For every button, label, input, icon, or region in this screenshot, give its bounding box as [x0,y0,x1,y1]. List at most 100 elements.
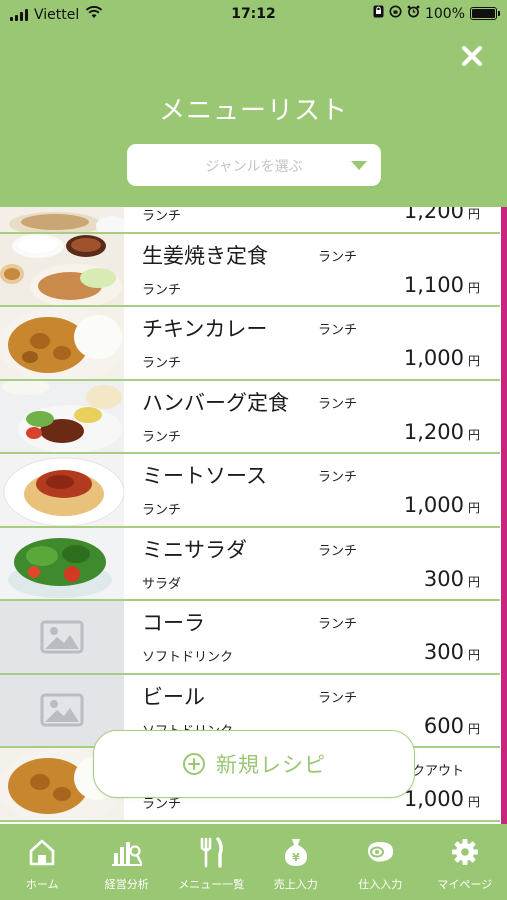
menu-item-category: ランチ [142,209,182,224]
currency-unit: 円 [467,721,480,736]
menu-item-name: 生姜焼き定食 [142,243,268,268]
currency-unit: 円 [467,648,480,662]
battery-icon [470,7,500,20]
menu-item-price-value: 1,200 [403,419,464,444]
menu-list-item[interactable]: ミニサラダ ランチ サラダ 300 円 [0,527,500,601]
chevron-down-icon [351,161,367,170]
menu-item-category: ランチ [142,503,182,518]
menu-item-price: 1,100 円 [404,273,480,297]
currency-unit: 円 [467,795,480,809]
menu-item-price-value: 1,100 [403,272,464,297]
menu-item-price: 1,200 円 [404,207,480,223]
tab-label: ホーム [25,878,59,891]
menu-item-name: コーラ [142,611,205,635]
new-recipe-button[interactable]: 新規レシピ [93,730,415,798]
menu-item-price: 1,200 円 [404,420,480,444]
close-button[interactable] [457,41,487,71]
currency-unit: 円 [467,574,480,589]
menu-item-tag: ランチ [318,323,358,338]
currency-unit: 円 [467,427,480,442]
ginger-pork-set-photo [0,233,124,305]
meat-icon [364,834,396,870]
genre-select-placeholder: ジャンルを選ぶ [205,159,303,175]
tab-sales-input[interactable]: ¥ 売上入力 [254,824,339,900]
genre-select[interactable]: ジャンルを選ぶ [127,144,381,186]
menu-item-tag: ランチ [318,543,358,559]
header: Viettel 17:12 100% メニューリスト ジャンルを選ぶ [0,0,507,207]
svg-text:¥: ¥ [292,851,300,864]
close-icon [461,45,483,67]
currency-unit: 円 [467,501,480,515]
menu-item-name: ミートソース [142,464,267,488]
menu-list-item[interactable]: チキンカレー ランチ ランチ 1,000 円 [0,307,500,381]
mini-salad-photo [0,527,124,599]
menu-item-price-value: 1,000 [403,787,464,811]
currency-unit: 円 [467,207,480,221]
yen-bag-icon: ¥ [281,834,311,870]
meat-sauce-pasta-photo [0,454,124,526]
fork-knife-icon [196,834,226,870]
menu-list-item[interactable]: ランチ 1,200 円 [0,207,500,234]
tab-label: 経営分析 [104,878,149,891]
tab-my-page[interactable]: マイページ [423,824,507,900]
status-right: 100% [373,5,500,22]
tab-analytics[interactable]: 経営分析 [85,824,170,900]
menu-item-tag: クアウト [412,764,465,779]
menu-list-item[interactable]: コーラ ランチ ソフトドリンク 300 円 [0,601,500,675]
menu-list-item[interactable]: ハンバーグ定食 ランチ ランチ 1,200 円 [0,380,500,454]
tab-label: メニュー一覧 [178,878,245,891]
menu-item-tag: ランチ [318,470,358,485]
menu-item-price-value: 1,200 [403,207,464,223]
tab-bar: ホーム 経営分析 メニュー一覧 ¥ 売上入力 仕入入力 マイページ [0,824,507,900]
tab-home[interactable]: ホーム [0,824,85,900]
gear-icon [450,834,480,870]
tab-label: 仕入入力 [358,878,403,891]
home-icon [27,834,57,870]
battery-percent: 100% [424,5,465,22]
new-recipe-label: 新規レシピ [216,753,326,777]
image-placeholder-icon [0,601,124,673]
analytics-icon [111,834,143,870]
menu-item-thumbnail [0,601,124,673]
menu-item-price-value: 600 [423,713,464,738]
menu-item-tag: ランチ [318,617,358,632]
menu-item-category: ランチ [142,356,182,371]
menu-item-name: チキンカレー [142,317,268,341]
menu-item-price-value: 300 [423,640,464,664]
currency-unit: 円 [467,280,480,295]
menu-item-price: 300 円 [424,567,480,591]
menu-item-price: 300 円 [424,640,480,664]
menu-item-price-value: 300 [423,566,464,591]
menu-item-price-value: 1,000 [403,346,464,370]
menu-item-price: 1,000 円 [404,346,480,370]
menu-item-category: ランチ [142,282,182,298]
menu-item-price: 600 円 [424,714,480,738]
menu-item-category: ランチ [142,429,182,445]
portrait-lock-icon [373,5,384,22]
list-accent-stripe [501,207,507,824]
hamburg-steak-set-photo [0,380,124,452]
alarm-icon [407,5,420,22]
rotation-lock-icon [389,5,402,22]
tab-label: 売上入力 [273,878,318,891]
chicken-curry-photo [0,307,124,379]
menu-item-name: ハンバーグ定食 [142,390,289,415]
tab-label: マイページ [437,878,493,891]
menu-item-name: ミニサラダ [142,537,247,562]
menu-item-price-value: 1,000 [403,493,464,517]
menu-item-price: 1,000 円 [404,787,480,811]
menu-item-tag: ランチ [318,249,358,265]
tab-menu-list[interactable]: メニュー一覧 [169,824,254,900]
menu-item-tag: ランチ [318,396,358,412]
status-bar: Viettel 17:12 100% [0,0,507,30]
menu-item-price: 1,000 円 [404,493,480,517]
menu-item-category: ソフトドリンク [142,650,234,665]
currency-unit: 円 [467,354,480,368]
menu-list-item[interactable]: 生姜焼き定食 ランチ ランチ 1,100 円 [0,233,500,307]
menu-item-name: ビール [142,684,205,709]
menu-item-tag: ランチ [318,690,358,706]
menu-list-item[interactable]: ミートソース ランチ ランチ 1,000 円 [0,454,500,528]
tab-purchase-input[interactable]: 仕入入力 [338,824,423,900]
plus-circle-icon [183,753,205,775]
page-title: メニューリスト [158,96,348,126]
